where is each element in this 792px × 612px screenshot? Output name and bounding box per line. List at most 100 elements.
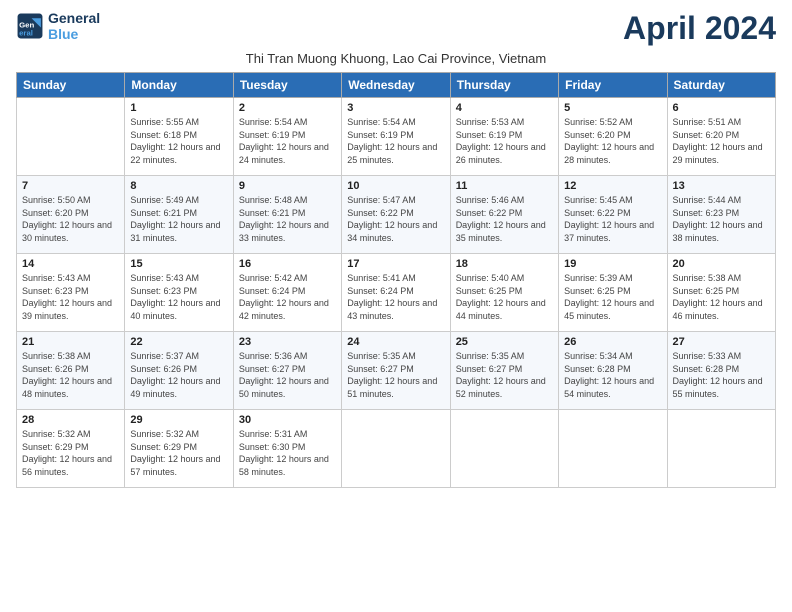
day-number: 2 <box>239 102 336 114</box>
day-number: 23 <box>239 336 336 348</box>
calendar-cell: 2Sunrise: 5:54 AMSunset: 6:19 PMDaylight… <box>233 98 341 176</box>
calendar-cell: 24Sunrise: 5:35 AMSunset: 6:27 PMDayligh… <box>342 332 450 410</box>
day-info: Sunrise: 5:39 AMSunset: 6:25 PMDaylight:… <box>564 272 661 322</box>
day-info: Sunrise: 5:32 AMSunset: 6:29 PMDaylight:… <box>22 428 119 478</box>
day-info: Sunrise: 5:47 AMSunset: 6:22 PMDaylight:… <box>347 194 444 244</box>
calendar-cell <box>342 410 450 488</box>
calendar-cell: 11 Sunrise: 5:46 AMSunset: 6:22 PMDayligh… <box>450 176 558 254</box>
day-info: Sunrise: 5:34 AMSunset: 6:28 PMDaylight:… <box>564 350 661 400</box>
calendar-cell: 25 Sunrise: 5:35 AMSunset: 6:27 PMDayligh… <box>450 332 558 410</box>
day-number: 21 <box>22 336 119 348</box>
day-number: 9 <box>239 180 336 192</box>
day-info: Sunrise: 5:51 AMSunset: 6:20 PMDaylight:… <box>673 116 770 166</box>
day-number: 22 <box>130 336 227 348</box>
day-number: 12 <box>564 180 661 192</box>
calendar-cell: 21 Sunrise: 5:38 AMSunset: 6:26 PMDayligh… <box>17 332 125 410</box>
calendar-cell: 6 Sunrise: 5:51 AMSunset: 6:20 PMDaylight… <box>667 98 775 176</box>
calendar-cell: 17 Sunrise: 5:41 AMSunset: 6:24 PMDayligh… <box>342 254 450 332</box>
calendar-cell: 28 Sunrise: 5:32 AMSunset: 6:29 PMDayligh… <box>17 410 125 488</box>
day-number: 11 <box>456 180 553 192</box>
day-info: Sunrise: 5:50 AMSunset: 6:20 PMDaylight:… <box>22 194 119 244</box>
day-number: 17 <box>347 258 444 270</box>
weekday-header-friday: Friday <box>559 73 667 98</box>
day-number: 28 <box>22 414 119 426</box>
day-number: 19 <box>564 258 661 270</box>
day-info: Sunrise: 5:35 AMSunset: 6:27 PMDaylight:… <box>456 350 553 400</box>
calendar-table: SundayMondayTuesdayWednesdayThursdayFrid… <box>16 72 776 488</box>
calendar-cell: 20 Sunrise: 5:38 AMSunset: 6:25 PMDayligh… <box>667 254 775 332</box>
day-number: 25 <box>456 336 553 348</box>
svg-text:eral: eral <box>19 28 33 37</box>
calendar-cell: 4 Sunrise: 5:53 AMSunset: 6:19 PMDaylight… <box>450 98 558 176</box>
day-info: Sunrise: 5:52 AMSunset: 6:20 PMDaylight:… <box>564 116 661 166</box>
day-info: Sunrise: 5:46 AMSunset: 6:22 PMDaylight:… <box>456 194 553 244</box>
day-info: Sunrise: 5:32 AMSunset: 6:29 PMDaylight:… <box>130 428 227 478</box>
calendar-cell <box>559 410 667 488</box>
day-number: 3 <box>347 102 444 114</box>
day-number: 4 <box>456 102 553 114</box>
day-info: Sunrise: 5:33 AMSunset: 6:28 PMDaylight:… <box>673 350 770 400</box>
day-info: Sunrise: 5:45 AMSunset: 6:22 PMDaylight:… <box>564 194 661 244</box>
calendar-cell: 1Sunrise: 5:55 AMSunset: 6:18 PMDaylight… <box>125 98 233 176</box>
calendar-cell: 26 Sunrise: 5:34 AMSunset: 6:28 PMDayligh… <box>559 332 667 410</box>
calendar-cell: 10 Sunrise: 5:47 AMSunset: 6:22 PMDayligh… <box>342 176 450 254</box>
calendar-cell: 19 Sunrise: 5:39 AMSunset: 6:25 PMDayligh… <box>559 254 667 332</box>
calendar-cell: 5 Sunrise: 5:52 AMSunset: 6:20 PMDaylight… <box>559 98 667 176</box>
calendar-cell: 27 Sunrise: 5:33 AMSunset: 6:28 PMDayligh… <box>667 332 775 410</box>
day-number: 6 <box>673 102 770 114</box>
day-info: Sunrise: 5:54 AMSunset: 6:19 PMDaylight:… <box>347 116 444 166</box>
day-info: Sunrise: 5:41 AMSunset: 6:24 PMDaylight:… <box>347 272 444 322</box>
day-info: Sunrise: 5:44 AMSunset: 6:23 PMDaylight:… <box>673 194 770 244</box>
weekday-header-saturday: Saturday <box>667 73 775 98</box>
week-row-2: 7 Sunrise: 5:50 AMSunset: 6:20 PMDaylight… <box>17 176 776 254</box>
day-number: 7 <box>22 180 119 192</box>
day-number: 27 <box>673 336 770 348</box>
calendar-cell: 29 Sunrise: 5:32 AMSunset: 6:29 PMDayligh… <box>125 410 233 488</box>
calendar-cell: 30 Sunrise: 5:31 AMSunset: 6:30 PMDayligh… <box>233 410 341 488</box>
day-number: 30 <box>239 414 336 426</box>
day-info: Sunrise: 5:38 AMSunset: 6:25 PMDaylight:… <box>673 272 770 322</box>
day-info: Sunrise: 5:42 AMSunset: 6:24 PMDaylight:… <box>239 272 336 322</box>
week-row-4: 21 Sunrise: 5:38 AMSunset: 6:26 PMDayligh… <box>17 332 776 410</box>
day-info: Sunrise: 5:43 AMSunset: 6:23 PMDaylight:… <box>130 272 227 322</box>
day-number: 8 <box>130 180 227 192</box>
day-number: 16 <box>239 258 336 270</box>
weekday-header-wednesday: Wednesday <box>342 73 450 98</box>
day-number: 14 <box>22 258 119 270</box>
calendar-cell: 8 Sunrise: 5:49 AMSunset: 6:21 PMDaylight… <box>125 176 233 254</box>
logo-text: General Blue <box>48 10 100 42</box>
weekday-header-row: SundayMondayTuesdayWednesdayThursdayFrid… <box>17 73 776 98</box>
logo-icon: Gen eral <box>16 12 44 40</box>
day-info: Sunrise: 5:53 AMSunset: 6:19 PMDaylight:… <box>456 116 553 166</box>
calendar-cell: 13Sunrise: 5:44 AMSunset: 6:23 PMDayligh… <box>667 176 775 254</box>
header: Gen eral General Blue April 2024 <box>16 10 776 47</box>
page: Gen eral General Blue April 2024 Thi Tra… <box>0 0 792 498</box>
day-info: Sunrise: 5:49 AMSunset: 6:21 PMDaylight:… <box>130 194 227 244</box>
weekday-header-sunday: Sunday <box>17 73 125 98</box>
day-number: 10 <box>347 180 444 192</box>
day-number: 20 <box>673 258 770 270</box>
day-info: Sunrise: 5:40 AMSunset: 6:25 PMDaylight:… <box>456 272 553 322</box>
calendar-cell: 16 Sunrise: 5:42 AMSunset: 6:24 PMDayligh… <box>233 254 341 332</box>
day-number: 5 <box>564 102 661 114</box>
calendar-cell <box>450 410 558 488</box>
calendar-cell: 15Sunrise: 5:43 AMSunset: 6:23 PMDayligh… <box>125 254 233 332</box>
logo: Gen eral General Blue <box>16 10 100 42</box>
calendar-cell: 22 Sunrise: 5:37 AMSunset: 6:26 PMDayligh… <box>125 332 233 410</box>
day-info: Sunrise: 5:48 AMSunset: 6:21 PMDaylight:… <box>239 194 336 244</box>
day-number: 29 <box>130 414 227 426</box>
day-info: Sunrise: 5:38 AMSunset: 6:26 PMDaylight:… <box>22 350 119 400</box>
day-info: Sunrise: 5:37 AMSunset: 6:26 PMDaylight:… <box>130 350 227 400</box>
day-number: 24 <box>347 336 444 348</box>
subtitle: Thi Tran Muong Khuong, Lao Cai Province,… <box>16 51 776 66</box>
day-info: Sunrise: 5:43 AMSunset: 6:23 PMDaylight:… <box>22 272 119 322</box>
day-info: Sunrise: 5:31 AMSunset: 6:30 PMDaylight:… <box>239 428 336 478</box>
calendar-cell: 18Sunrise: 5:40 AMSunset: 6:25 PMDayligh… <box>450 254 558 332</box>
calendar-cell <box>667 410 775 488</box>
month-title: April 2024 <box>623 10 776 47</box>
calendar-cell: 3 Sunrise: 5:54 AMSunset: 6:19 PMDaylight… <box>342 98 450 176</box>
day-number: 26 <box>564 336 661 348</box>
week-row-5: 28 Sunrise: 5:32 AMSunset: 6:29 PMDayligh… <box>17 410 776 488</box>
day-info: Sunrise: 5:36 AMSunset: 6:27 PMDaylight:… <box>239 350 336 400</box>
calendar-cell: 14 Sunrise: 5:43 AMSunset: 6:23 PMDayligh… <box>17 254 125 332</box>
